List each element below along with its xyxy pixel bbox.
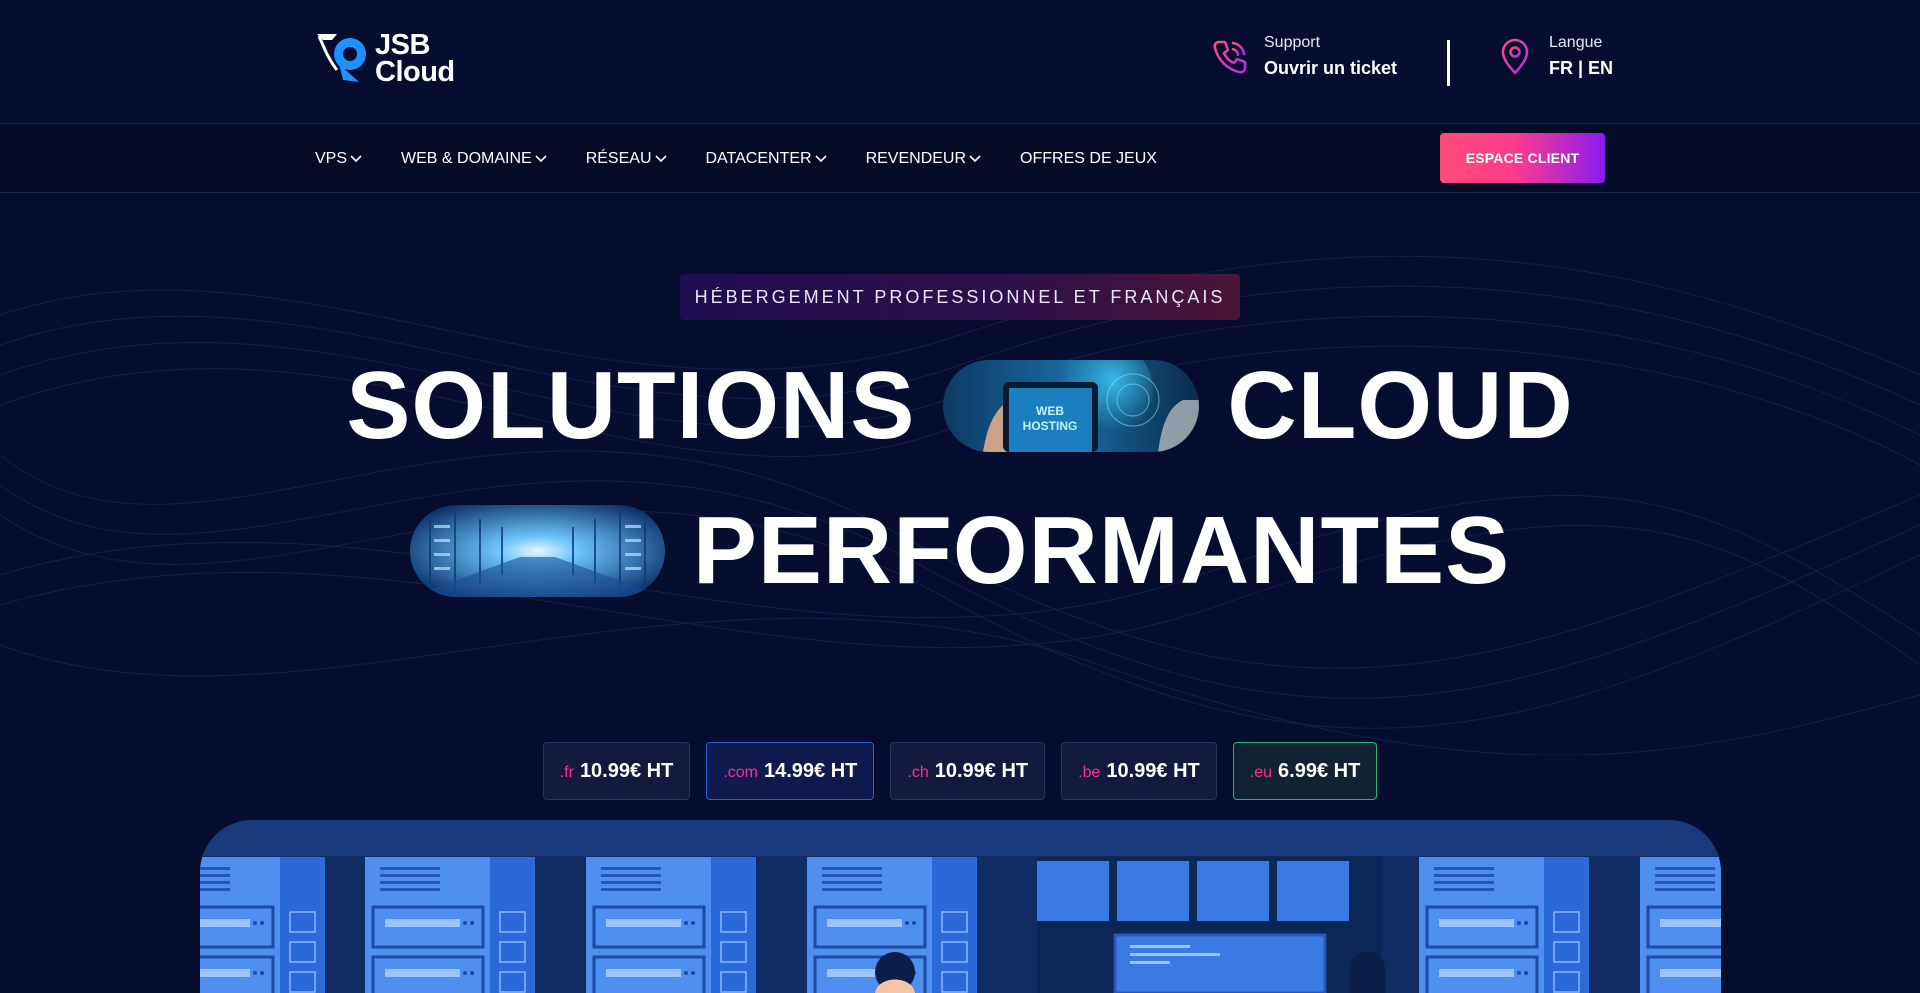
domain-chip-be[interactable]: .be 10.99€ HT <box>1061 742 1217 800</box>
domain-price: 10.99€ HT <box>1106 759 1200 782</box>
logo-icon <box>317 34 366 82</box>
language-label: Langue <box>1549 34 1603 51</box>
nav-item-label: DATACENTER <box>705 149 812 167</box>
domain-price: 10.99€ HT <box>579 759 674 782</box>
chevron-down-icon <box>654 154 667 162</box>
domain-chip-fr[interactable]: .fr 10.99€ HT <box>542 742 691 800</box>
nav-item-label: WEB & DOMAINE <box>401 149 532 167</box>
domain-extension: .fr <box>559 763 574 781</box>
headline-word-solutions: SOLUTIONS <box>346 352 916 459</box>
chevron-down-icon <box>815 154 827 162</box>
nav-item-label: VPS <box>315 149 348 167</box>
domain-extension: .be <box>1078 763 1101 781</box>
headline-word-performantes: PERFORMANTES <box>692 497 1511 604</box>
domain-price: 6.99€ HT <box>1278 759 1361 782</box>
phone-icon <box>1213 40 1247 73</box>
domain-extension: .eu <box>1249 763 1273 781</box>
logo-line2: Cloud <box>375 56 455 88</box>
nav-item-web-domaine[interactable]: WEB & DOMAINE <box>401 150 547 168</box>
hero-badge: HÉBERGEMENT PROFESSIONNEL ET FRANÇAIS <box>680 274 1240 320</box>
domain-chip-com[interactable]: .com 14.99€ HT <box>706 742 875 800</box>
location-pin-icon <box>1501 38 1529 74</box>
nav-item-label: REVENDEUR <box>865 149 967 167</box>
domain-price: 10.99€ HT <box>934 759 1029 782</box>
nav-item-reseau[interactable]: RÉSEAU <box>586 150 667 168</box>
nav-item-revendeur[interactable]: REVENDEUR <box>866 150 981 168</box>
chevron-down-icon <box>969 154 981 162</box>
headline-line-1: SOLUTIONS WEB HOSTING CLOUD <box>0 352 1920 459</box>
domain-extension: .com <box>723 763 758 781</box>
language-value[interactable]: FR | EN <box>1549 58 1613 79</box>
chevron-down-icon <box>535 154 547 162</box>
main-nav: VPS WEB & DOMAINE RÉSEAU DATACENTER REVE… <box>0 124 1920 193</box>
datacenter-illustration <box>200 820 1721 993</box>
headline-word-cloud: CLOUD <box>1227 352 1574 459</box>
nav-item-datacenter[interactable]: DATACENTER <box>706 150 827 168</box>
header-divider <box>1447 40 1450 86</box>
domain-chip-eu[interactable]: .eu 6.99€ HT <box>1232 742 1378 800</box>
support-contact[interactable]: Support Ouvrir un ticket <box>1210 34 1397 79</box>
nav-item-label: OFFRES DE JEUX <box>1020 149 1157 167</box>
logo-line1: JSB <box>375 29 430 61</box>
domain-price-list: .fr 10.99€ HT .com 14.99€ HT .ch 10.99€ … <box>0 742 1920 800</box>
domain-chip-ch[interactable]: .ch 10.99€ HT <box>890 742 1046 800</box>
pill-caption-hosting: HOSTING <box>1023 419 1078 433</box>
nav-item-offres-de-jeux[interactable]: OFFRES DE JEUX <box>1020 150 1157 168</box>
domain-extension: .ch <box>907 763 929 781</box>
datacenter-corridor-image <box>409 505 665 597</box>
language-selector[interactable]: Langue FR | EN <box>1495 34 1613 79</box>
nav-item-vps[interactable]: VPS <box>315 150 362 168</box>
support-label: Support <box>1264 34 1321 51</box>
support-link[interactable]: Ouvrir un ticket <box>1264 58 1397 79</box>
espace-client-button[interactable]: ESPACE CLIENT <box>1440 133 1605 183</box>
domain-price: 14.99€ HT <box>764 759 858 782</box>
web-hosting-image: WEB HOSTING <box>943 360 1200 452</box>
nav-item-label: RÉSEAU <box>585 149 652 167</box>
logo[interactable]: JSB Cloud <box>315 30 465 88</box>
pill-caption-web: WEB <box>1036 404 1064 418</box>
top-bar: JSB Cloud Support Ouvrir un ticket Langu… <box>0 0 1920 124</box>
chevron-down-icon <box>350 154 362 162</box>
headline-line-2: PERFORMANTES <box>0 497 1920 604</box>
